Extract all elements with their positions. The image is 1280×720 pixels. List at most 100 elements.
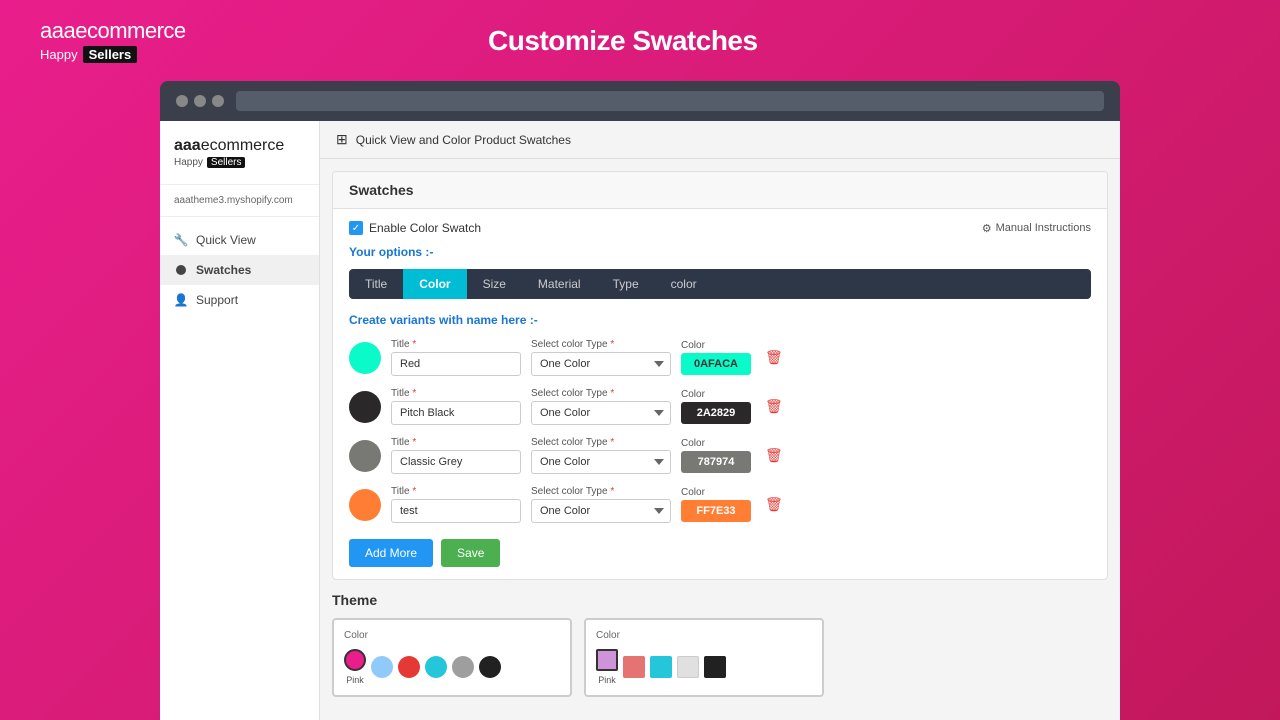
delete-icon-3[interactable]: 🗑	[761, 443, 787, 468]
btn-row: Add More Save	[349, 539, 1091, 567]
swatch-square-red[interactable]	[623, 656, 645, 678]
delete-icon-2[interactable]: 🗑	[761, 394, 787, 419]
sidebar-tagline-highlight: Sellers	[207, 157, 246, 168]
select-color-label-1: Select color Type *	[531, 339, 671, 350]
add-more-button[interactable]: Add More	[349, 539, 433, 567]
swatch-square-light[interactable]	[677, 656, 699, 678]
theme-card-square: Color Pink	[584, 618, 824, 697]
tab-color2[interactable]: color	[655, 269, 713, 299]
dot-3	[212, 95, 224, 107]
title-field-group-3: Title *	[391, 437, 521, 474]
sidebar-tagline-text: Happy	[174, 157, 203, 168]
swatch-square-purple[interactable]	[596, 649, 618, 671]
swatch-circle-pink[interactable]	[344, 649, 366, 671]
square-swatches-row: Pink	[596, 649, 812, 685]
theme-card-circle: Color Pink	[332, 618, 572, 697]
color-hex-label-1: Color	[681, 340, 751, 351]
tab-size[interactable]: Size	[467, 269, 522, 299]
color-circle-1	[349, 342, 381, 374]
browser-dots	[176, 95, 224, 107]
sidebar-logo-name: aaaecommerce	[174, 137, 305, 155]
enable-checkbox[interactable]	[349, 221, 363, 235]
color-type-select-4[interactable]: One Color Two Color	[531, 499, 671, 523]
theme-label: Theme	[332, 592, 1108, 608]
tabs-bar: Title Color Size Material Type color	[349, 269, 1091, 299]
color-row-2: Title * Select color Type * One Color Tw…	[349, 388, 1091, 425]
color-badge-group-1: Color 0AFACA	[681, 340, 751, 375]
tab-color[interactable]: Color	[403, 269, 466, 299]
color-hex-label-3: Color	[681, 438, 751, 449]
manual-label: Manual Instructions	[996, 222, 1091, 234]
delete-icon-4[interactable]: 🗑	[761, 492, 787, 517]
color-badge-1[interactable]: 0AFACA	[681, 353, 751, 375]
page-title: Customize Swatches	[488, 25, 758, 57]
page-header: ⊞ Quick View and Color Product Swatches	[320, 121, 1120, 159]
dot-1	[176, 95, 188, 107]
color-type-select-2[interactable]: One Color Two Color	[531, 401, 671, 425]
color-badge-2[interactable]: 2A2829	[681, 402, 751, 424]
title-input-3[interactable]	[391, 450, 521, 474]
sidebar-store-url: aaatheme3.myshopify.com	[160, 185, 319, 217]
select-field-group-3: Select color Type * One Color Two Color	[531, 437, 671, 474]
circle-swatch-1: Pink	[344, 649, 366, 685]
color-badge-3[interactable]: 787974	[681, 451, 751, 473]
sidebar: aaaecommerce Happy Sellers aaatheme3.mys…	[160, 121, 320, 720]
swatch-circle-lightblue[interactable]	[371, 656, 393, 678]
swatch-square-black[interactable]	[704, 656, 726, 678]
swatch-square-teal[interactable]	[650, 656, 672, 678]
color-row-3: Title * Select color Type * One Color Tw…	[349, 437, 1091, 474]
color-circle-2	[349, 391, 381, 423]
select-field-group-2: Select color Type * One Color Two Color	[531, 388, 671, 425]
select-color-label-3: Select color Type *	[531, 437, 671, 448]
color-circle-3	[349, 440, 381, 472]
delete-icon-1[interactable]: 🗑	[761, 345, 787, 370]
color-type-select-1[interactable]: One Color Two Color	[531, 352, 671, 376]
select-field-group-1: Select color Type * One Color Two Color	[531, 339, 671, 376]
swatches-body: Enable Color Swatch ⚙ Manual Instruction…	[333, 209, 1107, 579]
swatch-circle-black[interactable]	[479, 656, 501, 678]
swatch-circle-grey[interactable]	[452, 656, 474, 678]
title-input-1[interactable]	[391, 352, 521, 376]
swatches-panel: Swatches Enable Color Swatch ⚙ Manual In…	[332, 171, 1108, 580]
swatch-circle-red[interactable]	[398, 656, 420, 678]
sidebar-item-swatches[interactable]: Swatches	[160, 255, 319, 285]
sidebar-logo: aaaecommerce Happy Sellers	[160, 137, 319, 185]
tab-type[interactable]: Type	[597, 269, 655, 299]
app-header-title: Quick View and Color Product Swatches	[356, 133, 571, 147]
color-type-select-3[interactable]: One Color Two Color	[531, 450, 671, 474]
enable-label: Enable Color Swatch	[369, 221, 481, 235]
sidebar-logo-tagline: Happy Sellers	[174, 157, 305, 168]
circle-swatches-row: Pink	[344, 649, 560, 685]
dot-2	[194, 95, 206, 107]
square-preview-label: Color	[596, 630, 812, 641]
swatches-label: Swatches	[196, 263, 251, 277]
tab-title[interactable]: Title	[349, 269, 403, 299]
select-color-label-4: Select color Type *	[531, 486, 671, 497]
browser-chrome	[160, 81, 1120, 121]
tagline-text: Happy	[40, 47, 78, 62]
square-swatch-1: Pink	[596, 649, 618, 685]
sidebar-item-support[interactable]: 👤 Support	[160, 285, 319, 315]
title-input-2[interactable]	[391, 401, 521, 425]
sidebar-item-quickview[interactable]: 🔧 Quick View	[160, 225, 319, 255]
brand-name-light: ecommerce	[75, 18, 185, 43]
user-icon: 👤	[174, 293, 188, 307]
save-button[interactable]: Save	[441, 539, 500, 567]
support-label: Support	[196, 293, 238, 307]
tab-material[interactable]: Material	[522, 269, 597, 299]
dot-icon	[174, 263, 188, 277]
brand-name-bold: aaa	[40, 18, 75, 43]
enable-row: Enable Color Swatch ⚙ Manual Instruction…	[349, 221, 1091, 235]
color-circle-4	[349, 489, 381, 521]
title-label-2: Title *	[391, 388, 521, 399]
manual-instructions-btn[interactable]: ⚙ Manual Instructions	[982, 222, 1091, 235]
circle-preview-label: Color	[344, 630, 560, 641]
color-badge-4[interactable]: FF7E33	[681, 500, 751, 522]
brand-logo: aaaecommerce Happy Sellers	[40, 18, 186, 63]
title-field-group-4: Title *	[391, 486, 521, 523]
brand-name: aaaecommerce	[40, 18, 186, 44]
title-input-4[interactable]	[391, 499, 521, 523]
color-row-4: Title * Select color Type * One Color Tw…	[349, 486, 1091, 523]
swatch-circle-teal[interactable]	[425, 656, 447, 678]
title-label-1: Title *	[391, 339, 521, 350]
